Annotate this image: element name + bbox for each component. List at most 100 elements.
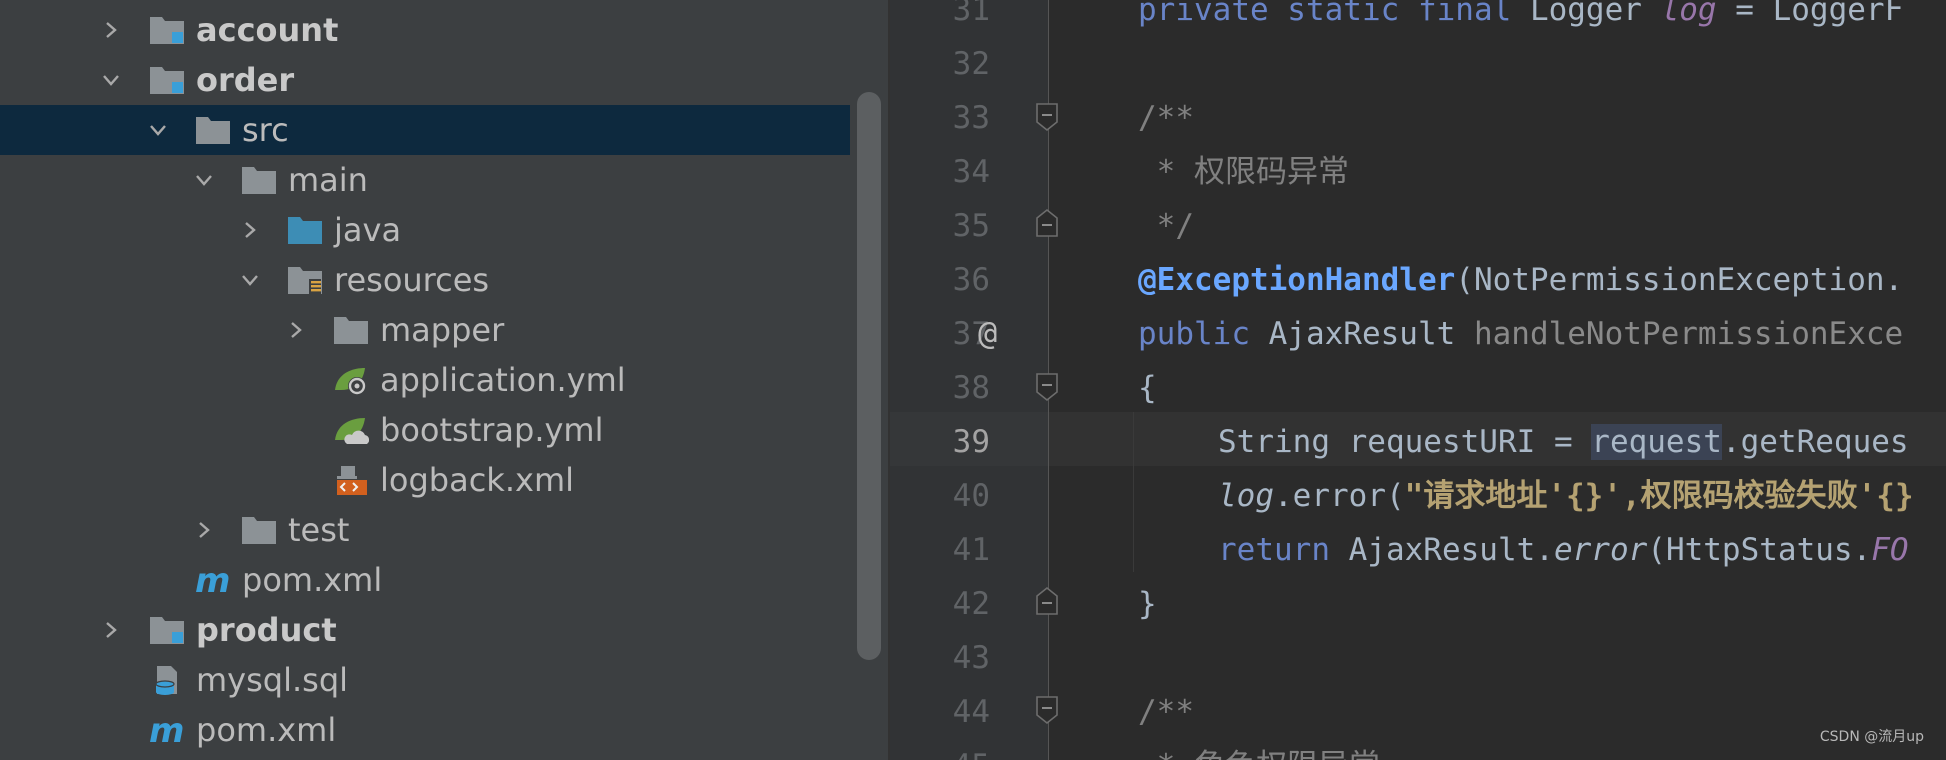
line-number: 37 xyxy=(952,316,990,352)
code-line-41[interactable]: return AjaxResult.error(HttpStatus.FO xyxy=(1218,523,1909,577)
code-token: AjaxResult. xyxy=(1329,532,1554,568)
chevron-down-icon[interactable] xyxy=(240,270,260,290)
code-line-33[interactable]: /** xyxy=(1138,91,1194,145)
code-line-34[interactable]: * 权限码异常 xyxy=(1138,145,1349,199)
module-folder-icon xyxy=(149,64,185,96)
tree-item-label: mysql.sql xyxy=(196,661,349,699)
tree-item-application-yml[interactable]: application.yml xyxy=(0,355,850,405)
code-line-40[interactable]: log.error("请求地址'{}',权限码校验失败'{} xyxy=(1218,469,1914,523)
tree-item-pom-xml[interactable]: m pom.xml xyxy=(0,555,850,605)
tree-item-label: main xyxy=(288,161,368,199)
tree-item-src[interactable]: src xyxy=(0,105,850,155)
code-token: private static final xyxy=(1138,0,1512,28)
tree-item-mapper[interactable]: mapper xyxy=(0,305,850,355)
line-number: 35 xyxy=(952,208,990,244)
tree-item-label: application.yml xyxy=(380,361,626,399)
override-marker-icon[interactable]: @ xyxy=(978,306,997,360)
svg-text:m: m xyxy=(195,564,230,596)
indent-guide xyxy=(1133,412,1134,572)
code-token: log xyxy=(1218,478,1274,514)
tree-item-label: mapper xyxy=(380,311,505,349)
tree-item-test[interactable]: test xyxy=(0,505,850,555)
tree-item-label: resources xyxy=(334,261,490,299)
line-number: 32 xyxy=(952,46,990,82)
tree-item-label: order xyxy=(196,61,295,99)
line-number: 42 xyxy=(952,586,990,622)
folder-icon xyxy=(333,314,369,346)
tree-item-logback-xml[interactable]: logback.xml xyxy=(0,455,850,505)
fold-collapse-icon[interactable] xyxy=(1035,695,1059,725)
code-token: String requestURI = xyxy=(1218,424,1592,460)
tree-item-mysql-sql[interactable]: mysql.sql xyxy=(0,655,850,705)
tree-item-label: bootstrap.yml xyxy=(380,411,604,449)
code-token: (HttpStatus. xyxy=(1647,532,1872,568)
line-number: 33 xyxy=(952,100,990,136)
tree-item-label: account xyxy=(196,11,339,49)
fold-collapse-icon[interactable] xyxy=(1035,102,1059,132)
xml-file-icon xyxy=(333,464,369,496)
chevron-right-icon[interactable] xyxy=(286,320,306,340)
maven-icon: m xyxy=(195,564,231,596)
tree-item-java[interactable]: java xyxy=(0,205,850,255)
code-token: error xyxy=(1553,532,1648,568)
spring-config-icon xyxy=(333,364,369,396)
code-line-35[interactable]: */ xyxy=(1138,199,1194,253)
code-line-38[interactable]: { xyxy=(1138,361,1157,415)
code-line-37[interactable]: public AjaxResult handleNotPermissionExc… xyxy=(1138,307,1903,361)
chevron-down-icon[interactable] xyxy=(148,120,168,140)
tree-item-bootstrap-yml[interactable]: bootstrap.yml xyxy=(0,405,850,455)
sql-file-icon xyxy=(149,664,185,696)
tree-item-label: test xyxy=(288,511,350,549)
code-line-39[interactable]: String requestURI = request.getReques xyxy=(1218,415,1909,469)
fold-collapse-icon[interactable] xyxy=(1035,372,1059,402)
tree-item-main[interactable]: main xyxy=(0,155,850,205)
tree-scrollbar[interactable] xyxy=(857,92,881,660)
tree-item-resources[interactable]: resources xyxy=(0,255,850,305)
line-number: 38 xyxy=(952,370,990,406)
maven-icon: m xyxy=(149,714,185,746)
tree-item-label: pom.xml xyxy=(196,711,337,749)
code-token: @ExceptionHandler xyxy=(1138,262,1456,298)
chevron-down-icon[interactable] xyxy=(194,170,214,190)
tree-item-label: java xyxy=(334,211,402,249)
chevron-right-icon[interactable] xyxy=(101,620,121,640)
line-number: 36 xyxy=(952,262,990,298)
tree-item-order[interactable]: order xyxy=(0,55,850,105)
line-number: 34 xyxy=(952,154,990,190)
code-token: FO xyxy=(1871,532,1909,568)
folder-icon xyxy=(195,114,231,146)
code-line-45[interactable]: * 角色权限异常 xyxy=(1138,739,1380,760)
project-tree-panel: account order src main java resources ma… xyxy=(0,0,888,760)
tree-item-account[interactable]: account xyxy=(0,5,850,55)
code-line-44[interactable]: /** xyxy=(1138,685,1194,739)
code-token: log xyxy=(1660,0,1717,28)
code-token: return xyxy=(1218,532,1330,568)
tree-item-label: logback.xml xyxy=(380,461,574,499)
code-token: public xyxy=(1138,316,1250,352)
code-line-31[interactable]: private static final Logger log = Logger… xyxy=(1138,0,1903,37)
folder-icon xyxy=(241,514,277,546)
tree-item-label: src xyxy=(242,111,289,149)
code-token: Logger xyxy=(1511,0,1661,28)
folder-icon xyxy=(241,164,277,196)
line-number: 41 xyxy=(952,532,990,568)
module-folder-icon xyxy=(149,14,185,46)
tree-item-label: pom.xml xyxy=(242,561,383,599)
line-number: 40 xyxy=(952,478,990,514)
fold-end-icon[interactable] xyxy=(1035,208,1059,238)
tree-item-root-pom-xml[interactable]: m pom.xml xyxy=(0,705,850,755)
tree-item-product[interactable]: product xyxy=(0,605,850,655)
tree-item-label: product xyxy=(196,611,337,649)
chevron-right-icon[interactable] xyxy=(101,20,121,40)
code-line-42[interactable]: } xyxy=(1138,577,1157,631)
module-folder-icon xyxy=(149,614,185,646)
code-line-36[interactable]: @ExceptionHandler(NotPermissionException… xyxy=(1138,253,1903,307)
code-token: "请求地址'{}',权限码校验失败'{} xyxy=(1404,478,1914,514)
chevron-down-icon[interactable] xyxy=(101,70,121,90)
chevron-right-icon[interactable] xyxy=(194,520,214,540)
svg-text:m: m xyxy=(149,714,184,746)
line-number-current: 39 xyxy=(952,424,990,460)
chevron-right-icon[interactable] xyxy=(240,220,260,240)
code-editor[interactable]: 31 32 33 34 35 36 37 38 39 40 41 42 43 4… xyxy=(890,0,1946,760)
fold-end-icon[interactable] xyxy=(1035,586,1059,616)
